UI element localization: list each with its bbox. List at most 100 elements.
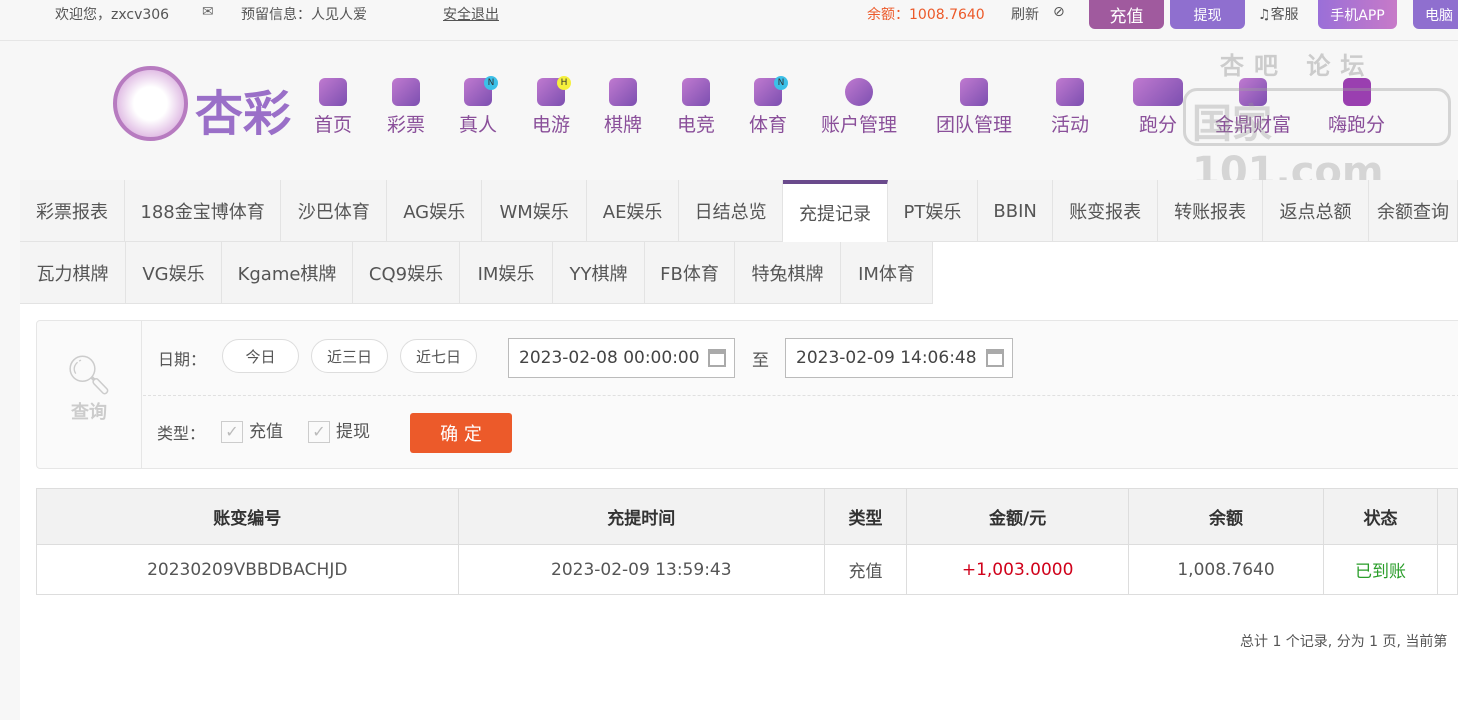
cell-amount: +1,003.0000: [905, 544, 1130, 595]
end-date-input[interactable]: 2023-02-09 14:06:48: [785, 338, 1013, 378]
tab-8[interactable]: 充提记录: [783, 180, 888, 242]
watermark-top: 杏吧 论坛: [1220, 52, 1375, 80]
refresh-link[interactable]: 刷新: [1011, 4, 1039, 24]
balance-text: 余额：1008.7640: [867, 7, 985, 23]
tab-12[interactable]: 转账报表: [1158, 180, 1264, 242]
tab-13[interactable]: 返点总额: [1263, 180, 1369, 242]
seven-days-button[interactable]: 近七日: [400, 339, 477, 373]
deposit-label: 充值: [249, 422, 283, 442]
withdraw-button[interactable]: 提现: [1170, 0, 1245, 29]
tabs-row-2: 瓦力棋牌 VG娱乐 Kgame棋牌 CQ9娱乐 IM娱乐 YY棋牌 FB体育 特兔棋牌 IM体育: [20, 242, 933, 304]
tab-2[interactable]: 188金宝博体育: [125, 180, 282, 242]
tab-4[interactable]: CQ9娱乐: [353, 242, 460, 304]
nav-label: 彩票: [387, 114, 426, 136]
badge-hot: H: [557, 76, 571, 90]
filter-box: 🔍︎ 查询 日期： 今日 近三日 近七日 2023-02-08 00:00:00…: [36, 320, 1458, 469]
nav-label: 棋牌: [604, 114, 643, 136]
main-nav: 杏彩 首页 彩票 N 真人 H 电游 棋牌 电竞 N 体育 账户管理 团队管理 活动 …: [0, 52, 1458, 195]
today-button[interactable]: 今日: [222, 339, 299, 373]
tab-14[interactable]: 余额查询: [1369, 180, 1458, 242]
search-button[interactable]: 🔍︎ 查询: [37, 321, 142, 468]
nav-account[interactable]: 账户管理: [821, 78, 897, 137]
welcome-text: 欢迎您，zxcv306: [55, 7, 170, 23]
cell-balance: 1,008.7640: [1128, 544, 1324, 595]
col-type: 类型: [824, 488, 907, 545]
service-label: 客服: [1270, 7, 1299, 23]
tab-5[interactable]: WM娱乐: [482, 180, 588, 242]
tab-8[interactable]: 特兔棋牌: [735, 242, 841, 304]
dealer-icon: N: [464, 76, 498, 106]
tab-5[interactable]: IM娱乐: [460, 242, 553, 304]
nav-label: 账户管理: [821, 114, 898, 136]
logout-link[interactable]: 安全退出: [443, 4, 499, 24]
withdraw-checkbox[interactable]: ✓ 提现: [308, 417, 370, 443]
home-icon: [319, 78, 347, 106]
nav-label: 体育: [749, 114, 788, 136]
date-label: 日期：: [158, 350, 207, 369]
logo-text: 杏彩: [195, 86, 292, 142]
start-date-input[interactable]: 2023-02-08 00:00:00: [508, 338, 735, 378]
watermark-bottom: 国家101.com: [1183, 88, 1451, 195]
mobile-app-button[interactable]: 手机APP: [1318, 0, 1397, 29]
badge-new: N: [484, 76, 498, 90]
nav-esports[interactable]: 电竞: [677, 78, 715, 137]
col-time: 充提时间: [457, 488, 826, 545]
nav-home[interactable]: 首页: [314, 78, 352, 137]
service-link[interactable]: ♫客服: [1258, 4, 1299, 24]
checkmark-icon: ✓: [221, 421, 243, 443]
cell-time: 2023-02-09 13:59:43: [457, 544, 826, 595]
tab-7[interactable]: FB体育: [645, 242, 735, 304]
tab-10[interactable]: BBIN: [978, 180, 1054, 242]
type-label: 类型：: [157, 424, 206, 443]
headset-icon: ♫: [1258, 7, 1271, 23]
pc-button[interactable]: 电脑: [1413, 0, 1458, 29]
calendar-icon: [708, 349, 726, 367]
nav-label: 电竞: [677, 114, 716, 136]
tab-6[interactable]: YY棋牌: [553, 242, 645, 304]
tab-11[interactable]: 账变报表: [1053, 180, 1159, 242]
mail-icon[interactable]: ✉: [202, 4, 214, 20]
nav-lottery[interactable]: 彩票: [387, 78, 425, 137]
cards-icon: [609, 78, 637, 106]
confirm-button[interactable]: 确 定: [410, 413, 512, 453]
nav-running[interactable]: 跑分: [1133, 78, 1183, 137]
col-balance: 余额: [1128, 488, 1324, 545]
tabs-row-1: 彩票报表 188金宝博体育 沙巴体育 AG娱乐 WM娱乐 AE娱乐 日结总览 充提记录 PT娱乐…: [20, 180, 1458, 242]
team-icon: [960, 78, 988, 106]
cell-type: 充值: [824, 544, 907, 595]
nav-live[interactable]: N 真人: [459, 76, 498, 137]
logo-emblem: [113, 66, 188, 141]
table-row: 20230209VBBDBACHJD 2023-02-09 13:59:43 充…: [36, 544, 1458, 595]
three-days-button[interactable]: 近三日: [311, 339, 388, 373]
nav-sports[interactable]: N 体育: [749, 76, 788, 137]
deposit-button[interactable]: 充值: [1089, 0, 1164, 29]
divider: [143, 395, 1458, 396]
records-table: 账变编号 充提时间 类型 金额/元 余额 状态 20230209VBBDBACH…: [36, 488, 1458, 595]
nav-activity[interactable]: 活动: [1051, 78, 1089, 137]
tab-1[interactable]: 瓦力棋牌: [20, 242, 126, 304]
gift-icon: [1056, 78, 1084, 106]
tab-9[interactable]: IM体育: [841, 242, 933, 304]
cell-id: 20230209VBBDBACHJD: [36, 544, 459, 595]
tab-7[interactable]: 日结总览: [679, 180, 784, 242]
tab-2[interactable]: VG娱乐: [126, 242, 222, 304]
pagination-summary: 总计 1 个记录, 分为 1 页, 当前第: [1240, 634, 1448, 650]
tab-3[interactable]: 沙巴体育: [281, 180, 388, 242]
tab-1[interactable]: 彩票报表: [20, 180, 125, 242]
calendar-icon: [986, 349, 1004, 367]
top-bar: 欢迎您，zxcv306 ✉ 预留信息：人见人爱 安全退出 余额：1008.764…: [0, 0, 1458, 41]
search-label: 查询: [71, 402, 107, 423]
deposit-checkbox[interactable]: ✓ 充值: [221, 417, 283, 443]
nav-chess[interactable]: 棋牌: [604, 78, 642, 137]
nav-team[interactable]: 团队管理: [936, 78, 1012, 137]
tab-9[interactable]: PT娱乐: [888, 180, 979, 242]
cell-status: 已到账: [1322, 544, 1439, 595]
col-amount: 金额/元: [905, 488, 1130, 545]
nav-slots[interactable]: H 电游: [532, 76, 571, 137]
tab-4[interactable]: AG娱乐: [387, 180, 483, 242]
tab-3[interactable]: Kgame棋牌: [222, 242, 353, 304]
withdraw-label: 提现: [336, 422, 370, 442]
tab-6[interactable]: AE娱乐: [587, 180, 680, 242]
eye-off-icon[interactable]: ⊘: [1053, 4, 1065, 20]
gamepad-icon: H: [537, 76, 571, 106]
